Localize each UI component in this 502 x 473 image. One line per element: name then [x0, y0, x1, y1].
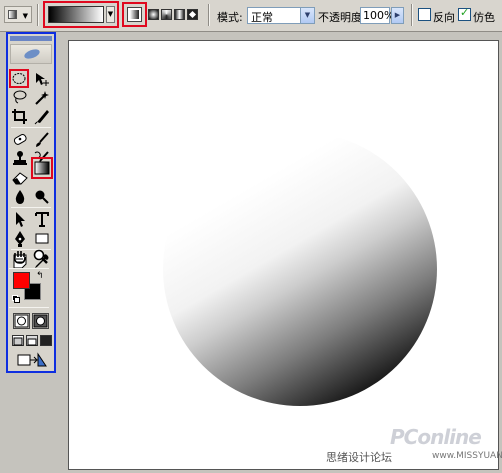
move-icon	[36, 73, 49, 86]
feather-logo-icon	[23, 47, 41, 61]
crop-tool[interactable]	[11, 108, 29, 125]
gradient-preview-swatch[interactable]	[48, 6, 104, 23]
toolbox-divider	[9, 307, 49, 308]
separator	[208, 4, 210, 26]
brush-icon	[36, 132, 49, 147]
elliptical-marquee-icon	[12, 73, 26, 84]
toolbox-divider	[11, 207, 51, 208]
magic-wand-tool[interactable]	[33, 89, 51, 106]
blur-icon	[15, 190, 25, 204]
toolbox-divider	[9, 268, 49, 269]
lasso-tool[interactable]	[11, 89, 29, 106]
rectangle-shape-icon	[35, 233, 49, 244]
opacity-input[interactable]: 100%	[360, 7, 394, 24]
reflected-gradient-icon[interactable]	[174, 9, 185, 20]
dither-checkbox[interactable]	[458, 6, 471, 21]
opacity-slider-button[interactable]: ▶	[391, 7, 404, 24]
separator	[411, 4, 413, 26]
mode-select[interactable]: 正常 ▼	[247, 7, 315, 24]
toolbox-title-bar[interactable]	[10, 36, 52, 41]
full-screen-mode-button[interactable]	[40, 335, 52, 346]
default-colors-icon[interactable]	[12, 295, 20, 303]
canvas[interactable]	[69, 41, 498, 469]
separator	[37, 4, 39, 26]
blur-tool[interactable]	[11, 188, 29, 205]
zoom-icon	[33, 249, 48, 264]
crop-icon	[12, 109, 27, 124]
document-window	[68, 40, 499, 470]
zoom-tool[interactable]	[32, 248, 50, 265]
pen-tool[interactable]	[11, 230, 29, 247]
hand-icon	[14, 251, 26, 264]
tool-preset-picker[interactable]: ▼	[4, 6, 32, 23]
lasso-icon	[13, 90, 27, 104]
swap-colors-icon[interactable]: ↰	[36, 272, 44, 281]
gradient-picker[interactable]: ▼	[43, 1, 119, 28]
standard-screen-mode-button[interactable]	[12, 335, 24, 346]
mode-label: 模式:	[217, 11, 243, 24]
foreground-color-swatch[interactable]	[13, 272, 30, 289]
healing-brush-icon	[13, 134, 27, 145]
dither-label: 仿色	[473, 11, 495, 24]
linear-gradient-icon	[127, 7, 142, 22]
dodge-icon	[35, 190, 49, 204]
chevron-down-icon[interactable]: ▼	[300, 8, 314, 23]
magic-wand-icon	[35, 91, 49, 105]
elliptical-marquee-tool[interactable]	[9, 69, 29, 88]
mode-value: 正常	[251, 11, 273, 24]
watermark-brand: PConline	[390, 425, 482, 449]
adobe-online-button[interactable]	[10, 44, 52, 64]
toolbox-divider	[11, 127, 51, 128]
path-selection-tool[interactable]	[11, 211, 29, 228]
radial-gradient-icon[interactable]	[148, 9, 159, 20]
slice-tool[interactable]	[33, 108, 51, 125]
full-screen-menu-mode-button[interactable]	[26, 335, 38, 346]
eraser-icon	[12, 172, 28, 185]
slice-icon	[34, 110, 49, 125]
linear-gradient-button[interactable]	[122, 2, 147, 27]
opacity-label: 不透明度:	[318, 11, 366, 24]
diamond-gradient-icon[interactable]	[187, 9, 198, 20]
brush-tool[interactable]	[33, 131, 51, 148]
dodge-tool[interactable]	[33, 188, 51, 205]
standard-mode-icon	[14, 314, 29, 328]
options-bar: ▼ ▼ 模式: 正常 ▼ 不透明度: 100% ▶ 反向 仿色	[0, 0, 502, 32]
type-tool[interactable]	[33, 211, 51, 228]
jump-to-imageready-button[interactable]	[16, 352, 48, 368]
chevron-down-icon: ▼	[22, 12, 28, 20]
watermark-site-name: 思绪设计论坛	[326, 451, 392, 464]
rectangle-shape-tool[interactable]	[33, 230, 51, 247]
path-selection-icon	[16, 212, 25, 227]
healing-brush-tool[interactable]	[11, 131, 29, 148]
gradient-circle	[163, 132, 437, 406]
clone-stamp-icon	[13, 151, 27, 165]
standard-screen-icon	[13, 337, 23, 346]
move-tool[interactable]	[33, 71, 51, 88]
quick-mask-mode-button[interactable]	[32, 313, 49, 329]
clone-stamp-tool[interactable]	[11, 150, 29, 167]
gradient-tool-preset-icon	[8, 10, 17, 19]
hand-tool[interactable]	[11, 248, 29, 265]
type-icon	[35, 212, 49, 227]
quick-mask-icon	[33, 314, 48, 328]
pen-icon	[15, 231, 25, 247]
imageready-icon	[17, 352, 47, 367]
gradient-icon	[34, 161, 50, 175]
reverse-label: 反向	[433, 11, 455, 24]
angle-gradient-icon[interactable]	[161, 9, 172, 20]
standard-mode-button[interactable]	[13, 313, 30, 329]
gradient-tool[interactable]	[31, 157, 53, 179]
gradient-dropdown-button[interactable]: ▼	[106, 6, 115, 23]
full-screen-menu-icon	[27, 338, 37, 346]
reverse-checkbox[interactable]	[418, 8, 431, 21]
eraser-tool[interactable]	[11, 169, 29, 186]
watermark-url: www.MISSYUAN.com	[432, 451, 502, 461]
